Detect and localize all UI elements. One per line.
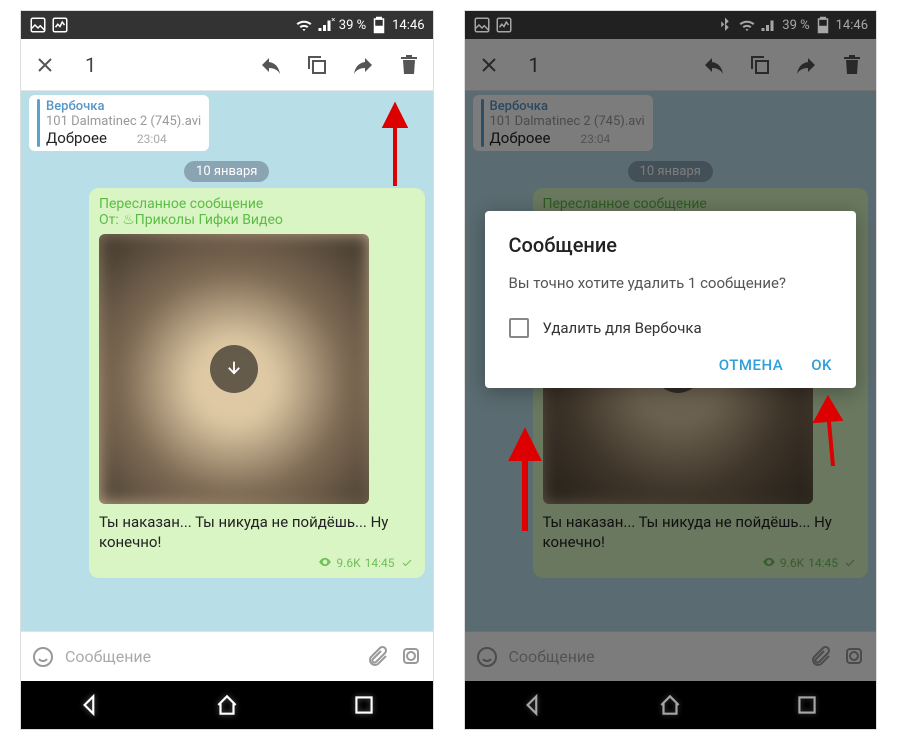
- delete-dialog: Сообщение Вы точно хотите удалить 1 сооб…: [485, 211, 857, 388]
- fwd-label: Пересланное сообщение: [99, 196, 415, 212]
- delete-for-all-row[interactable]: Удалить для Вербочка: [509, 318, 833, 338]
- fwd-from: От: ♨Приколы Гифки Видео: [99, 212, 415, 228]
- reply-text: Доброее: [46, 129, 107, 147]
- home-nav[interactable]: [202, 688, 252, 722]
- message-meta: 9.6K 14:45: [99, 555, 415, 572]
- mic-icon[interactable]: [399, 645, 423, 669]
- phone-right: 39 % 14:46 1 Вербочка 101 Dalmatinec 2 (…: [464, 10, 878, 730]
- message-input[interactable]: Сообщение: [65, 647, 355, 666]
- selection-count: 1: [85, 53, 96, 77]
- reply-time: 23:04: [137, 132, 167, 146]
- reply-file: 101 Dalmatinec 2 (745).avi: [46, 114, 201, 129]
- reply-message[interactable]: Вербочка 101 Dalmatinec 2 (745).avi Добр…: [29, 95, 209, 151]
- check-icon: [399, 557, 415, 569]
- checkbox-label: Удалить для Вербочка: [543, 319, 702, 337]
- forwarded-message[interactable]: Пересланное сообщение От: ♨Приколы Гифки…: [89, 188, 425, 578]
- dialog-body: Вы точно хотите удалить 1 сообщение?: [509, 273, 833, 294]
- selection-actionbar: 1: [21, 39, 433, 91]
- recent-nav[interactable]: [339, 688, 389, 722]
- ok-button[interactable]: OK: [811, 356, 832, 374]
- status-bar: × 39 % 14:46: [21, 11, 433, 39]
- svg-text:×: ×: [331, 16, 335, 24]
- battery-text: 39 %: [339, 18, 366, 33]
- download-button[interactable]: [210, 345, 258, 393]
- signal-icon: ×: [317, 16, 335, 34]
- phone-left: × 39 % 14:46 1 Вербочка 101 Dalmatinec 2…: [20, 10, 434, 730]
- forward-button[interactable]: [349, 51, 377, 79]
- chart-icon: [51, 16, 69, 34]
- media-preview[interactable]: [99, 234, 369, 504]
- reply-name: Вербочка: [46, 99, 201, 114]
- reply-button[interactable]: [257, 51, 285, 79]
- time-text: 14:46: [392, 18, 424, 33]
- emoji-icon[interactable]: [31, 645, 55, 669]
- input-row: Сообщение: [21, 631, 433, 681]
- attach-icon[interactable]: [365, 645, 389, 669]
- dialog-title: Сообщение: [509, 233, 833, 257]
- wifi-icon: [295, 16, 313, 34]
- cancel-button[interactable]: ОТМЕНА: [719, 356, 783, 374]
- delete-button[interactable]: [395, 51, 423, 79]
- back-nav[interactable]: [65, 688, 115, 722]
- image-icon: [29, 16, 47, 34]
- checkbox[interactable]: [509, 318, 529, 338]
- android-navbar: [21, 681, 433, 729]
- msg-time: 14:45: [365, 556, 395, 570]
- chat-area[interactable]: Вербочка 101 Dalmatinec 2 (745).avi Добр…: [21, 91, 433, 631]
- caption: Ты наказан... Ты никуда не пойдёшь... Ну…: [99, 512, 415, 553]
- copy-button[interactable]: [303, 51, 331, 79]
- views-icon: [318, 555, 332, 572]
- views-count: 9.6K: [336, 556, 360, 570]
- battery-icon: [370, 16, 388, 34]
- date-chip: 10 января: [184, 161, 269, 182]
- close-button[interactable]: [31, 51, 59, 79]
